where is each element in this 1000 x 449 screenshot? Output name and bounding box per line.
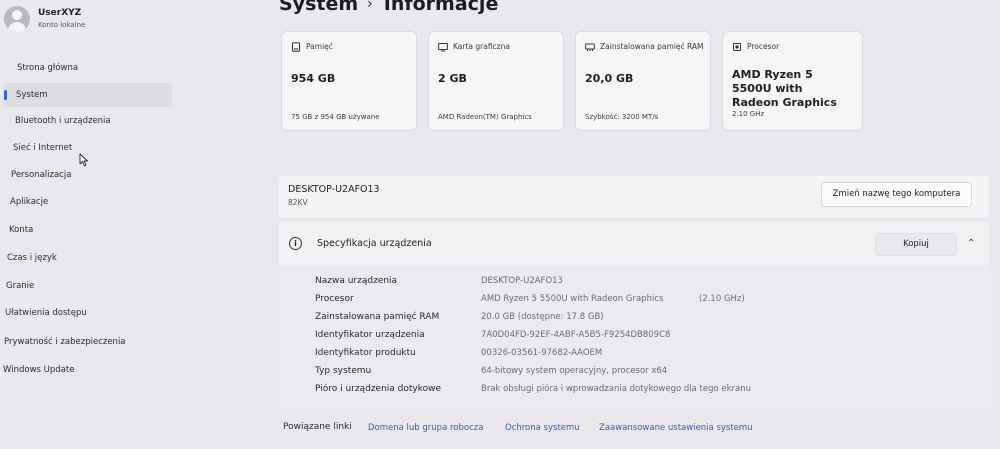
spec-value: 7A0D04FD-92EF-4ABF-A5B5-F9254DB809C8 bbox=[481, 330, 671, 340]
sidebar-item-personalization[interactable]: Personalizacja bbox=[11, 163, 71, 187]
device-specifications-header[interactable]: i Specyfikacja urządzenia Kopiuj ⌃ bbox=[279, 221, 989, 265]
sidebar-item-label: Bluetooth i urządzenia bbox=[15, 116, 111, 126]
mouse-cursor-icon bbox=[79, 153, 88, 167]
card-label: Karta graficzna bbox=[453, 42, 510, 51]
info-icon: i bbox=[289, 237, 302, 250]
spec-label: Nazwa urządzenia bbox=[315, 276, 398, 286]
sidebar-item-accessibility[interactable]: Ułatwienia dostępu bbox=[5, 301, 87, 325]
processor-icon bbox=[733, 43, 741, 51]
card-subtext: 75 GB z 954 GB używane bbox=[291, 113, 380, 121]
sidebar-item-gaming[interactable]: Granie bbox=[6, 274, 34, 298]
spec-label: Identyfikator produktu bbox=[315, 348, 416, 358]
user-name: UserXYZ bbox=[38, 8, 82, 18]
spec-value: 64-bitowy system operacyjny, procesor x6… bbox=[481, 366, 668, 376]
sidebar-item-system[interactable]: System bbox=[4, 83, 172, 107]
spec-value: Brak obsługi pióra i wprowadzania dotyko… bbox=[481, 384, 752, 394]
storage-card[interactable]: Pamięć 954 GB 75 GB z 954 GB używane bbox=[281, 31, 417, 131]
card-value: 20,0 GB bbox=[585, 72, 634, 85]
device-model: 82KV bbox=[288, 198, 308, 207]
sidebar: UserXYZ Konto lokalne Strona główna Syst… bbox=[0, 0, 240, 449]
card-subtext: AMD Radeon(TM) Graphics bbox=[438, 113, 532, 121]
section-title: Specyfikacja urządzenia bbox=[317, 238, 432, 249]
sidebar-item-label: Prywatność i zabezpieczenia bbox=[4, 337, 126, 347]
card-value: 2 GB bbox=[438, 72, 467, 85]
sidebar-item-label: Windows Update bbox=[3, 365, 75, 375]
card-value: 954 GB bbox=[291, 72, 336, 85]
spec-value: DESKTOP-U2AFO13 bbox=[481, 276, 563, 286]
card-subtext: 2.10 GHz bbox=[732, 110, 765, 118]
processor-card[interactable]: Procesor AMD Ryzen 5 5500U with Radeon G… bbox=[722, 31, 863, 131]
spec-value: 20.0 GB (dostępne: 17.8 GB) bbox=[481, 312, 604, 322]
breadcrumb-system[interactable]: System bbox=[279, 0, 358, 15]
sidebar-item-label: System bbox=[16, 90, 48, 100]
device-specifications-list: Nazwa urządzenia DESKTOP-U2AFO13 Proceso… bbox=[279, 265, 989, 408]
card-label: Procesor bbox=[747, 42, 780, 51]
ram-card[interactable]: Zainstalowana pamięć RAM 20,0 GB Szybkoś… bbox=[575, 31, 711, 131]
sidebar-item-label: Strona główna bbox=[17, 63, 79, 73]
sidebar-item-label: Ułatwienia dostępu bbox=[5, 308, 87, 318]
ram-icon bbox=[585, 43, 595, 51]
avatar bbox=[4, 6, 30, 32]
link-domain-workgroup[interactable]: Domena lub grupa robocza bbox=[368, 423, 483, 433]
breadcrumb-separator: › bbox=[367, 0, 373, 12]
device-name-row: DESKTOP-U2AFO13 82KV Zmień nazwę tego ko… bbox=[279, 176, 989, 218]
sidebar-item-windows-update[interactable]: Windows Update bbox=[3, 358, 74, 382]
sidebar-item-label: Konta bbox=[9, 225, 34, 235]
spec-label: Typ systemu bbox=[315, 366, 372, 376]
spec-label: Pióro i urządzenia dotykowe bbox=[315, 384, 442, 394]
gpu-icon bbox=[438, 43, 448, 52]
spec-value: AMD Ryzen 5 5500U with Radeon Graphics bbox=[481, 294, 664, 304]
spec-value: 00326-03561-97682-AAOEM bbox=[481, 348, 603, 358]
sidebar-item-home[interactable]: Strona główna bbox=[17, 56, 78, 80]
account-type: Konto lokalne bbox=[38, 21, 86, 29]
card-label: Zainstalowana pamięć RAM bbox=[600, 42, 704, 51]
sidebar-item-privacy-security[interactable]: Prywatność i zabezpieczenia bbox=[4, 330, 126, 354]
sidebar-item-network[interactable]: Sieć i Internet bbox=[13, 136, 72, 160]
sidebar-item-label: Sieć i Internet bbox=[13, 143, 73, 153]
graphics-card[interactable]: Karta graficzna 2 GB AMD Radeon(TM) Grap… bbox=[428, 31, 564, 131]
spec-value-extra: (2.10 GHz) bbox=[699, 294, 745, 304]
card-value: AMD Ryzen 5 5500U with Radeon Graphics bbox=[732, 68, 837, 109]
device-name: DESKTOP-U2AFO13 bbox=[288, 184, 380, 195]
sidebar-item-label: Personalizacja bbox=[11, 170, 72, 180]
spec-label: Zainstalowana pamięć RAM bbox=[315, 312, 440, 322]
sidebar-item-apps[interactable]: Aplikacje bbox=[10, 190, 48, 214]
link-system-protection[interactable]: Ochrona systemu bbox=[505, 423, 580, 433]
related-links-label: Powiązane linki bbox=[283, 422, 352, 432]
rename-pc-button[interactable]: Zmień nazwę tego komputera bbox=[821, 182, 972, 207]
spec-label: Procesor bbox=[315, 294, 354, 304]
spec-label: Identyfikator urządzenia bbox=[315, 330, 425, 340]
card-subtext: Szybkość: 3200 MT/s bbox=[585, 113, 659, 121]
breadcrumb: System › Informacje bbox=[279, 0, 498, 15]
card-label: Pamięć bbox=[306, 42, 333, 51]
sidebar-item-label: Aplikacje bbox=[10, 197, 49, 207]
sidebar-item-accounts[interactable]: Konta bbox=[9, 218, 33, 242]
sidebar-item-label: Granie bbox=[6, 281, 35, 291]
sidebar-item-label: Czas i język bbox=[7, 253, 57, 263]
chevron-up-icon[interactable]: ⌃ bbox=[967, 238, 975, 249]
sidebar-item-time-language[interactable]: Czas i język bbox=[7, 246, 57, 270]
link-advanced-system-settings[interactable]: Zaawansowane ustawienia systemu bbox=[599, 423, 753, 433]
sidebar-item-bluetooth[interactable]: Bluetooth i urządzenia bbox=[15, 109, 111, 133]
storage-icon bbox=[292, 42, 300, 52]
copy-button[interactable]: Kopiuj bbox=[875, 233, 957, 256]
page-title: Informacje bbox=[383, 0, 499, 15]
